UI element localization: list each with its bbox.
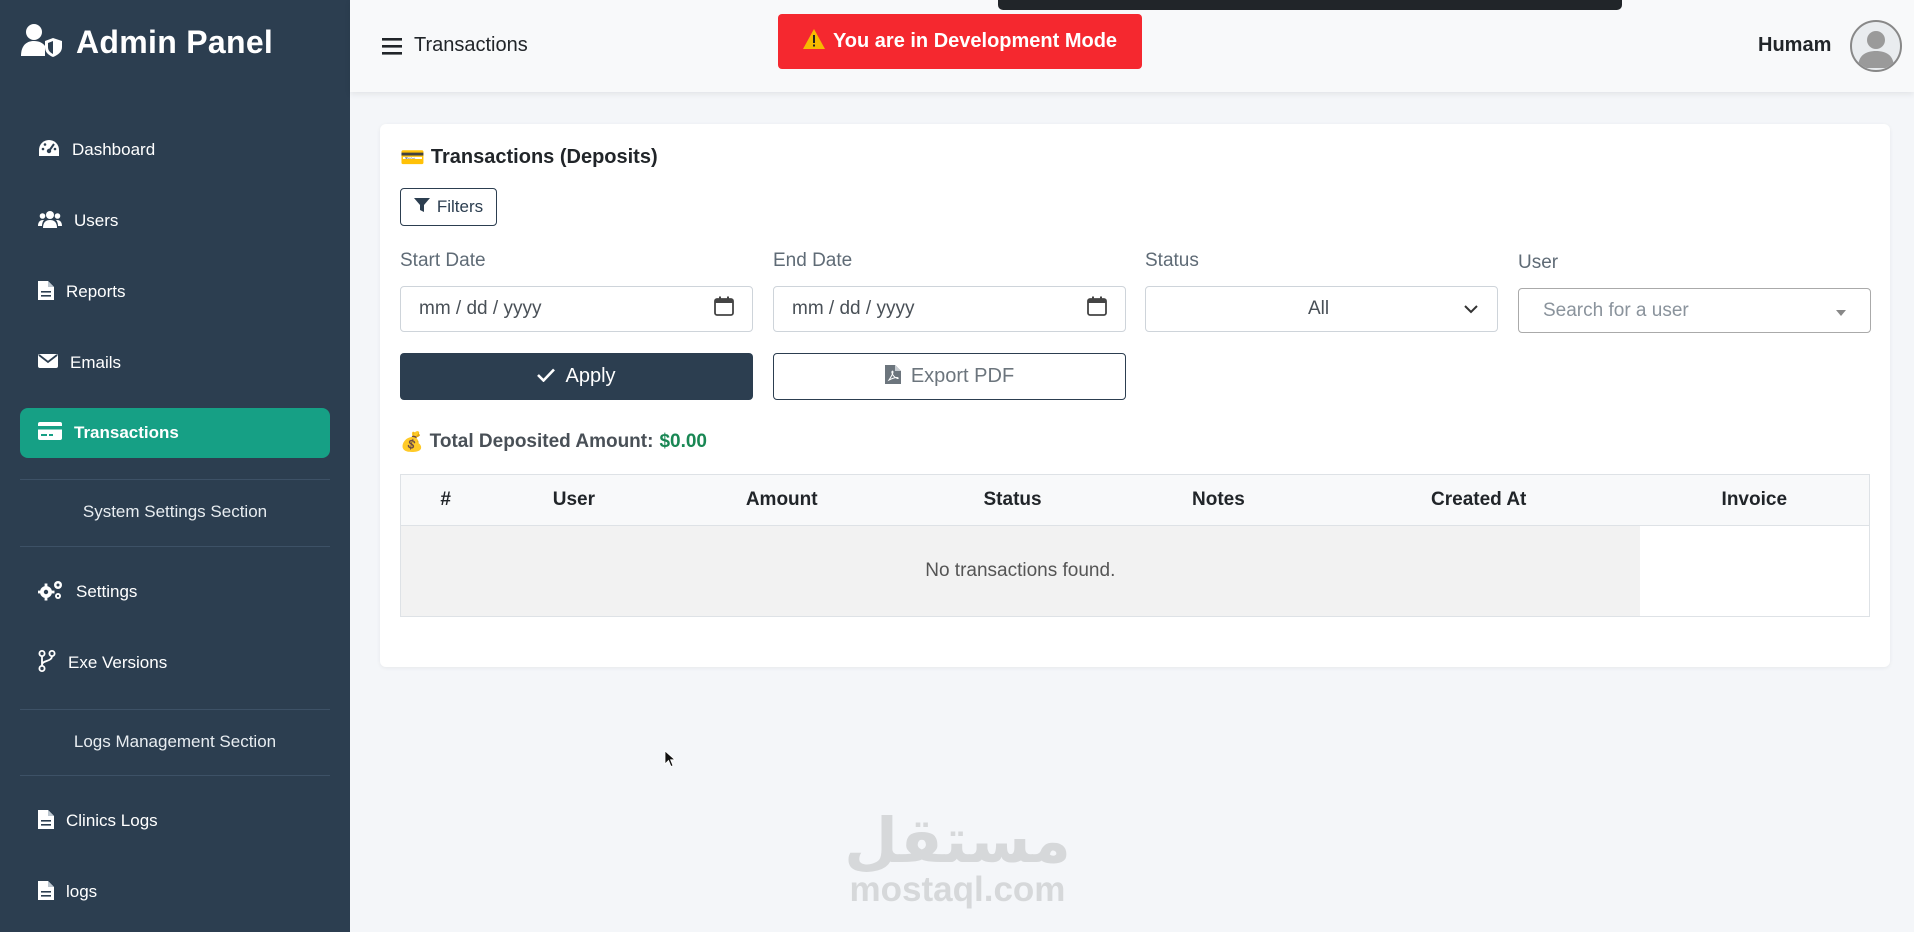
sidebar-item-settings[interactable]: Settings <box>20 567 330 617</box>
sidebar-item-reports[interactable]: Reports <box>20 267 330 317</box>
sidebar-divider <box>20 775 330 776</box>
sidebar-item-dashboard[interactable]: Dashboard <box>20 125 330 175</box>
status-select[interactable]: All <box>1145 286 1498 332</box>
empty-invoice-cell <box>1639 525 1870 617</box>
gears-icon <box>37 579 64 606</box>
sidebar-item-label: logs <box>66 882 98 901</box>
avatar[interactable] <box>1850 20 1902 72</box>
sidebar-item-label: Exe Versions <box>68 653 168 672</box>
top-strip <box>998 0 1622 10</box>
user-filter-label: User <box>1518 252 1559 273</box>
money-bag-emoji-icon: 💰 <box>400 432 424 453</box>
filter-icon <box>413 197 430 218</box>
chevron-down-icon <box>1463 298 1479 320</box>
column-header-user[interactable]: User <box>490 474 658 526</box>
dev-mode-text: You are in Development Mode <box>832 30 1118 52</box>
start-date-label: Start Date <box>400 250 486 271</box>
topbar: Transactions You are in Development Mode… <box>350 0 1914 92</box>
sidebar-item-label: Reports <box>66 282 126 301</box>
transactions-table: # User Amount Status Notes Created At In… <box>399 474 1870 617</box>
status-select-value: All <box>1307 298 1330 319</box>
user-shield-icon <box>20 22 64 63</box>
status-label: Status <box>1145 250 1199 271</box>
export-pdf-label: Export PDF <box>910 365 1015 387</box>
brand[interactable]: Admin Panel <box>20 22 273 63</box>
transactions-card: 💳 Transactions (Deposits) Filters Start … <box>380 124 1890 667</box>
sidebar-item-label: Transactions <box>74 423 179 442</box>
table-header-row: # User Amount Status Notes Created At In… <box>400 474 1870 526</box>
calendar-icon[interactable] <box>1087 296 1107 322</box>
hamburger-menu-icon[interactable] <box>382 36 402 61</box>
total-deposited-value: $0.00 <box>659 431 707 452</box>
sidebar-item-transactions[interactable]: Transactions <box>20 408 330 458</box>
apply-button[interactable]: Apply <box>400 353 753 400</box>
end-date-label: End Date <box>773 250 853 271</box>
sidebar-divider <box>20 546 330 547</box>
file-pdf-icon <box>884 364 901 390</box>
calendar-icon[interactable] <box>714 296 734 322</box>
brand-title: Admin Panel <box>76 24 274 60</box>
sidebar-divider <box>20 709 330 710</box>
page-title: Transactions <box>414 34 528 56</box>
gauge-icon <box>38 138 60 163</box>
column-header-status[interactable]: Status <box>906 474 1119 526</box>
sidebar-item-label: Users <box>74 211 119 230</box>
column-header-notes[interactable]: Notes <box>1118 474 1318 526</box>
end-date-placeholder: mm / dd / yyyy <box>792 298 915 319</box>
filters-button[interactable]: Filters <box>400 188 497 226</box>
users-icon <box>38 209 62 234</box>
filters-label: Filters <box>436 197 484 216</box>
check-icon <box>537 365 556 388</box>
sidebar-item-label: Clinics Logs <box>66 811 158 830</box>
user-search-placeholder: Search for a user <box>1543 299 1689 321</box>
column-header-amount[interactable]: Amount <box>657 474 907 526</box>
start-date-placeholder: mm / dd / yyyy <box>419 298 542 319</box>
sidebar-item-clinics-logs[interactable]: Clinics Logs <box>20 796 330 846</box>
export-pdf-button[interactable]: Export PDF <box>773 353 1126 400</box>
sidebar-item-label: Emails <box>70 353 122 372</box>
column-header-invoice[interactable]: Invoice <box>1639 474 1870 526</box>
sidebar-item-exe-versions[interactable]: Exe Versions <box>20 638 330 688</box>
file-icon <box>38 809 54 834</box>
column-header-created-at[interactable]: Created At <box>1317 474 1640 526</box>
logs-management-section-heading: Logs Management Section <box>73 732 277 751</box>
system-settings-section-heading: System Settings Section <box>82 502 268 521</box>
file-icon <box>38 880 54 905</box>
sidebar: Admin Panel Dashboard Users Reports Emai… <box>0 0 350 932</box>
mostaql-watermark: مستقل mostaql.com <box>840 810 1075 908</box>
user-search-select[interactable]: Search for a user <box>1518 288 1871 333</box>
credit-card-emoji-icon: 💳 <box>400 147 425 169</box>
user-name[interactable]: Humam <box>1758 34 1831 57</box>
card-title-text: Transactions (Deposits) <box>430 146 658 168</box>
watermark-arabic: مستقل <box>844 804 1071 877</box>
dev-mode-banner: You are in Development Mode <box>778 14 1142 69</box>
sidebar-item-logs[interactable]: logs <box>20 867 330 917</box>
code-branch-icon <box>38 649 56 677</box>
apply-label: Apply <box>565 365 616 387</box>
empty-table-message: No transactions found. <box>399 525 1640 617</box>
sidebar-item-emails[interactable]: Emails <box>20 338 330 388</box>
sidebar-item-label: Dashboard <box>72 140 156 159</box>
caret-down-icon <box>1836 300 1846 322</box>
sidebar-divider <box>20 479 330 480</box>
end-date-input[interactable]: mm / dd / yyyy <box>773 286 1126 332</box>
mouse-cursor-icon <box>664 750 677 773</box>
watermark-latin: mostaql.com <box>849 870 1066 909</box>
start-date-input[interactable]: mm / dd / yyyy <box>400 286 753 332</box>
sidebar-item-users[interactable]: Users <box>20 196 330 246</box>
table-row: No transactions found. <box>399 525 1870 617</box>
sidebar-item-label: Settings <box>76 582 138 601</box>
total-deposited: 💰 Total Deposited Amount: $0.00 <box>400 430 707 454</box>
column-header-number[interactable]: # <box>400 474 491 526</box>
warning-icon <box>802 28 825 55</box>
credit-card-icon <box>38 421 62 445</box>
envelope-icon <box>38 353 58 374</box>
total-deposited-label: Total Deposited Amount: <box>429 431 654 452</box>
card-title: 💳 Transactions (Deposits) <box>400 145 658 170</box>
file-icon <box>38 280 54 305</box>
